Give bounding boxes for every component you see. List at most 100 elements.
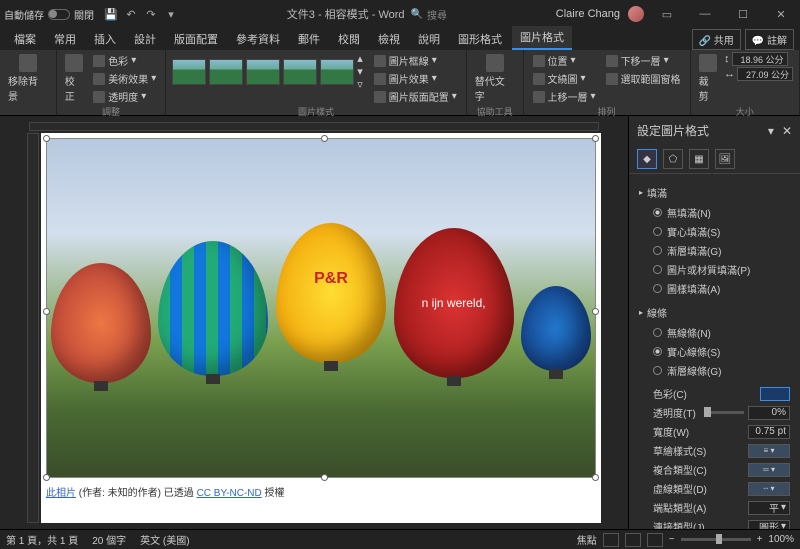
selected-image[interactable]: n ijn wereld, (46, 138, 596, 478)
cap-type-dropdown[interactable]: 平 ▾ (748, 501, 790, 515)
caption-link-photo[interactable]: 此相片 (46, 488, 76, 499)
line-width-input[interactable]: 0.75 pt (748, 425, 790, 439)
width-input[interactable] (737, 67, 793, 81)
panel-tab-effects[interactable]: ⬠ (663, 149, 683, 169)
status-focus[interactable]: 焦點 (577, 532, 597, 547)
tab-校閱[interactable]: 校閱 (330, 28, 368, 50)
picture-border-button[interactable]: 圖片框線 ▾ (371, 52, 460, 69)
ruler-horizontal[interactable] (29, 122, 599, 131)
position-button[interactable]: 位置 ▾ (530, 52, 599, 69)
resize-handle[interactable] (321, 135, 328, 142)
line-option[interactable]: 實心線條(S) (639, 342, 790, 361)
document-page[interactable]: n ijn wereld, 此相片 (作者: 未知的作者) 已透過 CC BY-… (41, 133, 601, 523)
resize-handle[interactable] (592, 135, 599, 142)
fill-option[interactable]: 實心填滿(S) (639, 222, 790, 241)
resize-handle[interactable] (43, 135, 50, 142)
join-type-dropdown[interactable]: 圓形 ▾ (748, 520, 790, 530)
ribbon-options-icon[interactable]: ▭ (652, 4, 682, 24)
status-lang[interactable]: 英文 (美國) (140, 532, 189, 547)
corrections-button[interactable]: 校正 (63, 52, 86, 105)
zoom-slider[interactable] (681, 538, 751, 541)
tab-圖片格式[interactable]: 圖片格式 (512, 26, 572, 50)
fill-option[interactable]: 漸層填滿(G) (639, 241, 790, 260)
gallery-up-icon[interactable]: ▴ (357, 52, 363, 65)
artistic-button[interactable]: 美術效果 ▾ (90, 70, 159, 87)
fill-option[interactable]: 無填滿(N) (639, 203, 790, 222)
gallery-down-icon[interactable]: ▾ (357, 65, 363, 78)
style-thumb[interactable] (320, 59, 354, 85)
tab-檔案[interactable]: 檔案 (6, 28, 44, 50)
picture-layout-button[interactable]: 圖片版面配置 ▾ (371, 88, 460, 105)
picture-effects-button[interactable]: 圖片效果 ▾ (371, 70, 460, 87)
tab-說明[interactable]: 說明 (410, 28, 448, 50)
style-thumb[interactable] (209, 59, 243, 85)
fill-option[interactable]: 圖片或材質填滿(P) (639, 260, 790, 279)
ruler-vertical[interactable] (27, 133, 39, 523)
gallery-more-icon[interactable]: ▿ (357, 78, 363, 91)
user-avatar[interactable] (628, 6, 644, 22)
wrap-text-button[interactable]: 文繞圖 ▾ (530, 70, 599, 87)
caption-link-license[interactable]: CC BY-NC-ND (197, 488, 262, 499)
view-read-icon[interactable] (603, 533, 619, 547)
resize-handle[interactable] (592, 308, 599, 315)
tab-郵件[interactable]: 郵件 (290, 28, 328, 50)
maximize-icon[interactable]: ☐ (728, 4, 758, 24)
line-option[interactable]: 漸層線條(G) (639, 361, 790, 380)
compound-type-dropdown[interactable]: ═ ▾ (748, 463, 790, 477)
status-page[interactable]: 第 1 頁，共 1 頁 (6, 532, 78, 547)
tab-檢視[interactable]: 檢視 (370, 28, 408, 50)
tab-版面配置[interactable]: 版面配置 (166, 28, 226, 50)
transparency-slider[interactable] (704, 411, 744, 414)
remove-background-button[interactable]: 移除背景 (6, 52, 50, 105)
view-print-icon[interactable] (625, 533, 641, 547)
selection-pane-button[interactable]: 選取範圍窗格 (603, 70, 684, 87)
line-color-picker[interactable] (760, 387, 790, 401)
panel-tab-picture[interactable]: 🖼 (715, 149, 735, 169)
tab-圖形格式[interactable]: 圖形格式 (450, 28, 510, 50)
alt-text-button[interactable]: 替代文字 (473, 52, 517, 105)
line-option[interactable]: 無線條(N) (639, 323, 790, 342)
transparency-value[interactable]: 0% (748, 406, 790, 420)
fill-section-header[interactable]: ▸填滿 (639, 182, 790, 203)
tab-設計[interactable]: 設計 (126, 28, 164, 50)
crop-button[interactable]: 裁剪 (697, 52, 720, 105)
zoom-level[interactable]: 100% (768, 534, 794, 545)
fill-option[interactable]: 圖樣填滿(A) (639, 279, 790, 298)
style-thumb[interactable] (246, 59, 280, 85)
minimize-icon[interactable]: — (690, 4, 720, 24)
resize-handle[interactable] (592, 474, 599, 481)
panel-tab-fill[interactable]: ◆ (637, 149, 657, 169)
tab-常用[interactable]: 常用 (46, 28, 84, 50)
panel-close-icon[interactable]: ✕ (782, 124, 792, 138)
style-thumb[interactable] (172, 59, 206, 85)
tab-參考資料[interactable]: 參考資料 (228, 28, 288, 50)
redo-icon[interactable]: ↷ (144, 7, 158, 21)
view-web-icon[interactable] (647, 533, 663, 547)
status-words[interactable]: 20 個字 (92, 532, 126, 547)
line-section-header[interactable]: ▸線條 (639, 302, 790, 323)
resize-handle[interactable] (43, 308, 50, 315)
tab-插入[interactable]: 插入 (86, 28, 124, 50)
height-input[interactable] (732, 52, 788, 66)
close-icon[interactable]: ✕ (766, 4, 796, 24)
share-button[interactable]: 🔗 共用 (692, 29, 741, 50)
color-button[interactable]: 色彩 ▾ (90, 52, 159, 69)
panel-tab-layout[interactable]: ▦ (689, 149, 709, 169)
panel-menu-icon[interactable]: ▾ (768, 124, 774, 138)
resize-handle[interactable] (321, 474, 328, 481)
style-thumb[interactable] (283, 59, 317, 85)
dash-type-dropdown[interactable]: ┄ ▾ (748, 482, 790, 496)
comments-button[interactable]: 💬 註解 (745, 29, 794, 50)
zoom-out-icon[interactable]: − (669, 534, 675, 545)
send-backward-button[interactable]: 下移一層 ▾ (603, 52, 684, 69)
qat-more-icon[interactable]: ▾ (164, 7, 178, 21)
search-box[interactable]: 🔍 搜尋 (411, 7, 447, 22)
bring-forward-button[interactable]: 上移一層 ▾ (530, 88, 599, 105)
autosave-toggle[interactable] (48, 9, 70, 20)
zoom-in-icon[interactable]: + (757, 534, 763, 545)
sketch-style-dropdown[interactable]: ≡ ▾ (748, 444, 790, 458)
save-icon[interactable]: 💾 (104, 7, 118, 21)
transparency-button[interactable]: 透明度 ▾ (90, 88, 159, 105)
picture-styles-gallery[interactable]: ▴▾▿ (172, 52, 363, 91)
resize-handle[interactable] (43, 474, 50, 481)
